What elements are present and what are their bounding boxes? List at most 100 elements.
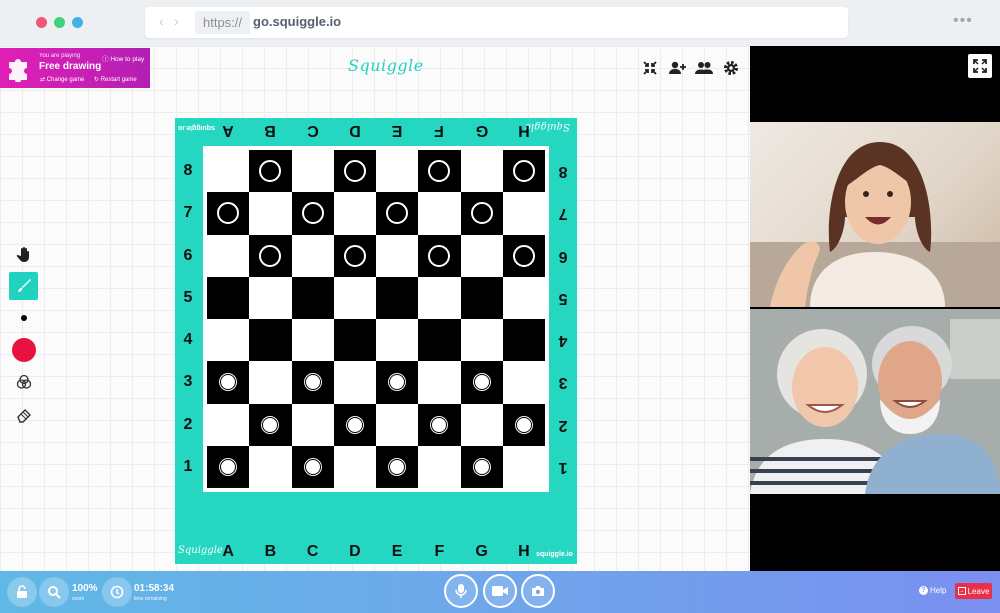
board-square-C6[interactable] [292,235,334,277]
board-square-H7[interactable] [503,192,545,234]
gear-icon[interactable] [721,58,741,78]
more-horizontal-icon[interactable]: ••• [953,12,973,30]
board-square-A6[interactable] [207,235,249,277]
white-checker-piece[interactable] [217,455,240,478]
board-square-F7[interactable] [418,192,460,234]
board-square-A7[interactable] [207,192,250,235]
board-square-F5[interactable] [418,277,460,319]
timer-button[interactable] [102,577,132,607]
board-square-H3[interactable] [503,361,545,403]
window-minimize-dot[interactable] [54,17,65,28]
board-square-H6[interactable] [502,234,545,277]
board-square-G2[interactable] [461,404,503,446]
board-square-B5[interactable] [249,277,291,319]
white-checker-piece[interactable] [259,413,282,436]
app-canvas[interactable]: You are playing Free drawing ⓘ How to pl… [0,46,750,571]
url-text[interactable]: go.squiggle.io [253,14,341,29]
board-square-C8[interactable] [292,150,334,192]
board-square-F4[interactable] [418,319,461,362]
board-square-B2[interactable] [249,403,292,446]
black-checker-piece[interactable] [259,160,282,183]
eraser-tool[interactable] [9,400,38,428]
leave-button[interactable]: → Leave [955,583,992,599]
board-square-H4[interactable] [502,319,545,362]
board-square-B4[interactable] [249,319,292,362]
board-square-D4[interactable] [333,319,376,362]
how-to-play-link[interactable]: ⓘ How to play [102,53,144,63]
board-square-G8[interactable] [461,150,503,192]
board-square-D5[interactable] [334,277,376,319]
black-checker-piece[interactable] [512,160,535,183]
participant-video-2[interactable] [750,309,1000,494]
board-square-C5[interactable] [291,276,334,319]
add-user-icon[interactable] [667,58,687,78]
blend-tool[interactable] [9,368,38,396]
snapshot-button[interactable] [521,574,555,608]
collapse-icon[interactable] [640,58,660,78]
board-square-E6[interactable] [376,235,418,277]
black-checker-piece[interactable] [259,244,282,267]
board-square-G3[interactable] [460,361,503,404]
board-square-A1[interactable] [207,445,250,488]
participant-video-1[interactable] [750,122,1000,307]
board-square-A8[interactable] [207,150,249,192]
black-checker-piece[interactable] [470,202,493,225]
black-checker-piece[interactable] [512,244,535,267]
board-square-G7[interactable] [460,192,503,235]
board-square-B1[interactable] [249,446,291,488]
window-close-dot[interactable] [36,17,47,28]
black-checker-piece[interactable] [386,202,409,225]
board-square-E1[interactable] [376,445,419,488]
black-checker-piece[interactable] [428,244,451,267]
board-square-B7[interactable] [249,192,291,234]
black-checker-piece[interactable] [343,244,366,267]
white-checker-piece[interactable] [301,371,324,394]
restart-game-link[interactable]: ↻ Restart game [94,76,137,83]
board-square-E2[interactable] [376,404,418,446]
board-square-E8[interactable] [376,150,418,192]
change-game-link[interactable]: ⇄ Change game [40,76,84,83]
white-checker-piece[interactable] [428,413,451,436]
board-square-H8[interactable] [502,150,545,193]
board-square-F1[interactable] [418,446,460,488]
white-checker-piece[interactable] [301,455,324,478]
board-square-H2[interactable] [502,403,545,446]
chevron-left-icon[interactable]: ‹ [159,13,164,29]
white-checker-piece[interactable] [386,371,409,394]
brush-tool[interactable] [9,272,38,300]
board-square-F8[interactable] [418,150,461,193]
zoom-button[interactable] [39,577,69,607]
fullscreen-button[interactable] [968,54,992,78]
board-square-D6[interactable] [333,234,376,277]
board-square-C3[interactable] [291,361,334,404]
board-square-G1[interactable] [460,445,503,488]
white-checker-piece[interactable] [343,413,366,436]
board-square-H1[interactable] [503,446,545,488]
board-square-H5[interactable] [503,277,545,319]
board-square-C1[interactable] [291,445,334,488]
brush-size-tool[interactable] [9,304,38,332]
users-icon[interactable] [694,58,714,78]
board-square-E7[interactable] [376,192,419,235]
white-checker-piece[interactable] [470,371,493,394]
board-square-D8[interactable] [333,150,376,193]
window-maximize-dot[interactable] [72,17,83,28]
board-square-B3[interactable] [249,361,291,403]
board-square-A5[interactable] [207,276,250,319]
lock-button[interactable] [7,577,37,607]
board-square-B6[interactable] [249,234,292,277]
board-square-E4[interactable] [376,319,418,361]
board-square-A4[interactable] [207,319,249,361]
board-square-D3[interactable] [334,361,376,403]
help-link[interactable]: ? Help [919,586,946,595]
white-checker-piece[interactable] [217,371,240,394]
address-bar[interactable]: ‹ › https:// go.squiggle.io [145,7,848,38]
board-square-F6[interactable] [418,234,461,277]
board-square-G6[interactable] [461,235,503,277]
board-square-C4[interactable] [292,319,334,361]
camera-button[interactable] [483,574,517,608]
hand-tool[interactable] [9,240,38,268]
board-square-D2[interactable] [333,403,376,446]
board-square-D7[interactable] [334,192,376,234]
board-square-F2[interactable] [418,403,461,446]
